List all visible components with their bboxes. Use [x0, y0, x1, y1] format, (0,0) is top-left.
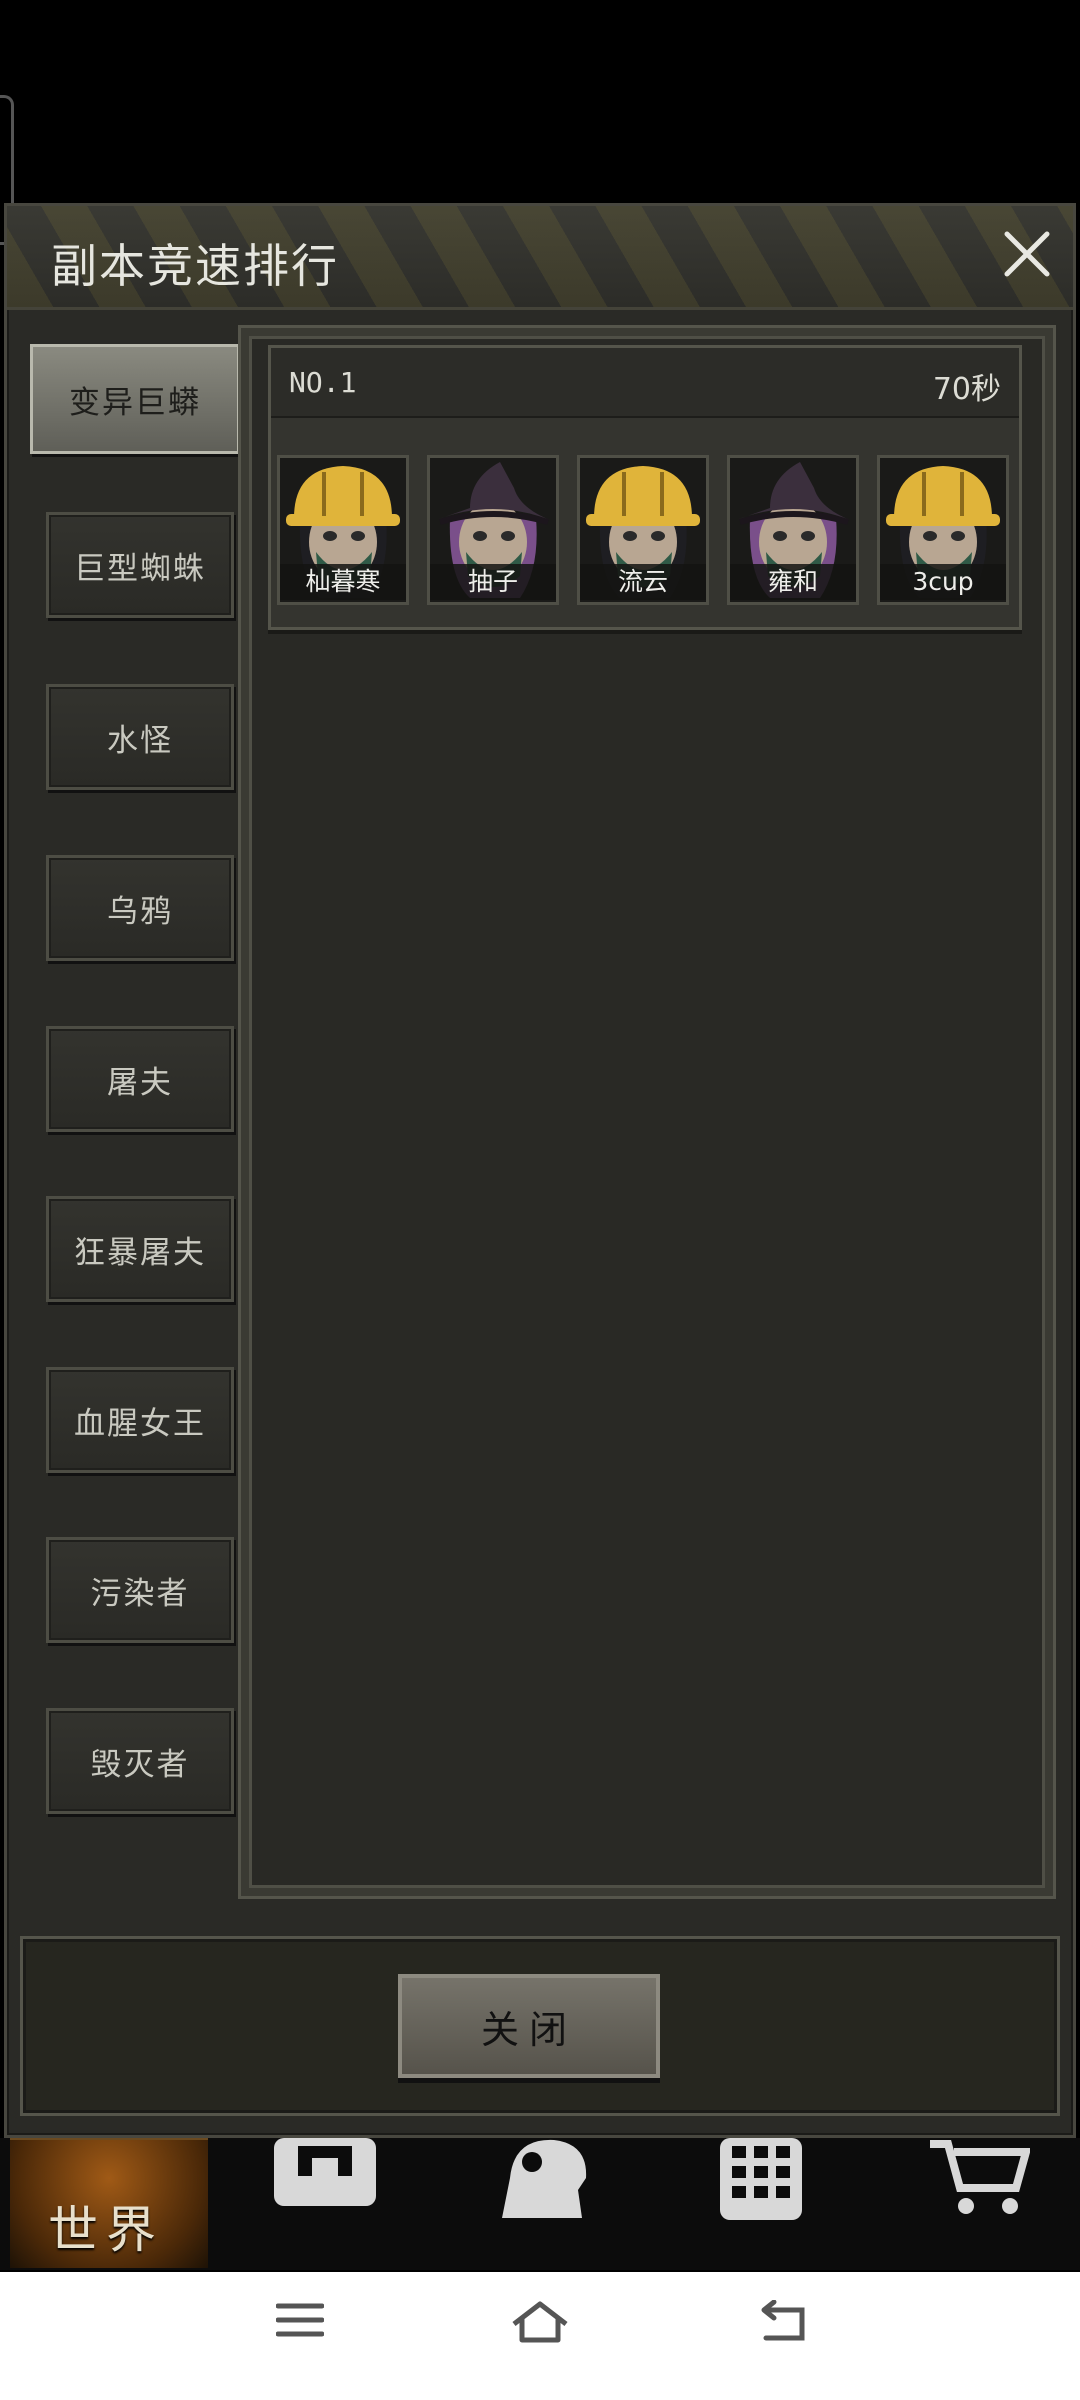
modal-header: 副本竞速排行: [7, 206, 1073, 310]
backpack-icon[interactable]: [268, 2138, 382, 2212]
team-member[interactable]: 抽子: [427, 455, 559, 605]
member-name: 流云: [580, 564, 706, 600]
close-button[interactable]: 关闭: [398, 1974, 660, 2078]
tab-5[interactable]: 屠夫: [46, 1026, 234, 1132]
modal-title: 副本竞速排行: [51, 239, 339, 293]
team-member[interactable]: 雍和: [727, 455, 859, 605]
clear-time: 70秒: [932, 372, 1001, 407]
nav-world-label: 世界: [48, 2201, 164, 2259]
member-name: 雍和: [730, 564, 856, 600]
tab-3[interactable]: 水怪: [46, 684, 234, 790]
back-icon[interactable]: [756, 2299, 806, 2348]
tab-4[interactable]: 乌鸦: [46, 855, 234, 961]
tab-8[interactable]: 污染者: [46, 1537, 234, 1643]
tab-6[interactable]: 狂暴屠夫: [46, 1196, 234, 1302]
menu-icon[interactable]: [275, 2300, 325, 2344]
building-icon[interactable]: [718, 2138, 804, 2224]
rank-entry-header: NO.1 70秒: [271, 348, 1019, 418]
rank-number: NO.1: [289, 366, 357, 399]
close-icon[interactable]: [999, 226, 1055, 282]
team-member[interactable]: 3cup: [877, 455, 1009, 605]
game-background: [0, 0, 1080, 205]
rank-entry-card: NO.1 70秒 杣暮寒 抽子 流云 雍和 3cup: [268, 345, 1022, 630]
shop-cart-icon[interactable]: [930, 2138, 1032, 2222]
tab-2[interactable]: 巨型蜘蛛: [46, 512, 234, 618]
home-icon[interactable]: [510, 2300, 570, 2348]
tab-7[interactable]: 血腥女王: [46, 1367, 234, 1473]
member-name: 3cup: [880, 564, 1006, 600]
member-name: 抽子: [430, 564, 556, 600]
character-icon[interactable]: [492, 2138, 592, 2222]
tab-9[interactable]: 毁灭者: [46, 1708, 234, 1814]
team-member[interactable]: 杣暮寒: [277, 455, 409, 605]
tab-1[interactable]: 变异巨蟒: [30, 344, 240, 454]
team-member[interactable]: 流云: [577, 455, 709, 605]
member-name: 杣暮寒: [280, 564, 406, 600]
